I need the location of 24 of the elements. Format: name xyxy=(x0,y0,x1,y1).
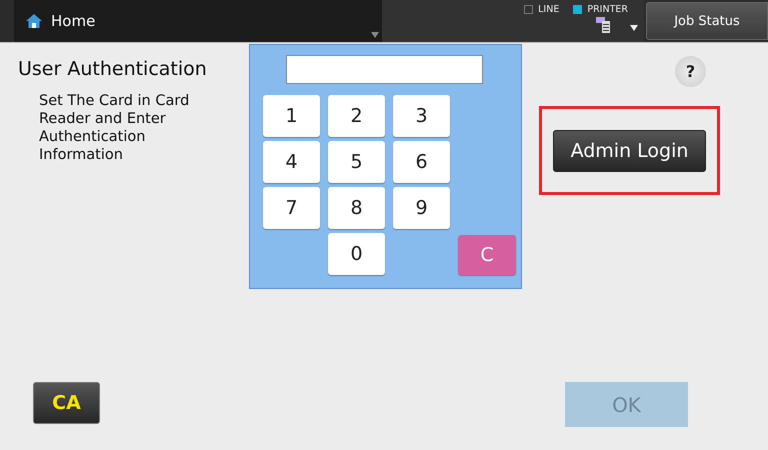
clear-all-button[interactable]: CA xyxy=(33,382,100,424)
caret-icon xyxy=(630,25,638,31)
home-tab[interactable]: Home xyxy=(14,0,382,42)
job-status-button[interactable]: Job Status xyxy=(646,2,768,40)
digit-key[interactable]: 5 xyxy=(328,141,385,183)
digit-key[interactable]: 1 xyxy=(263,95,320,137)
home-icon xyxy=(26,14,42,28)
digit-key[interactable]: 0 xyxy=(328,233,385,275)
digit-key[interactable]: 6 xyxy=(393,141,450,183)
caret-icon xyxy=(371,32,379,38)
input-field[interactable] xyxy=(286,55,483,84)
printer-icon xyxy=(596,17,610,33)
instruction-text: Set The Card in Card Reader and Enter Authentication Information xyxy=(39,92,190,164)
digit-key[interactable]: 8 xyxy=(328,187,385,229)
admin-login-button[interactable]: Admin Login xyxy=(553,130,706,172)
indicator-label: PRINTER xyxy=(587,4,628,15)
digit-key[interactable]: 9 xyxy=(393,187,450,229)
digit-key[interactable]: 2 xyxy=(328,95,385,137)
digit-key[interactable]: 7 xyxy=(263,187,320,229)
digit-key[interactable]: 3 xyxy=(393,95,450,137)
page-title: User Authentication xyxy=(18,58,208,80)
help-button[interactable]: ? xyxy=(675,56,706,87)
indicator-label: LINE xyxy=(538,4,560,15)
digit-key[interactable]: 4 xyxy=(263,141,320,183)
